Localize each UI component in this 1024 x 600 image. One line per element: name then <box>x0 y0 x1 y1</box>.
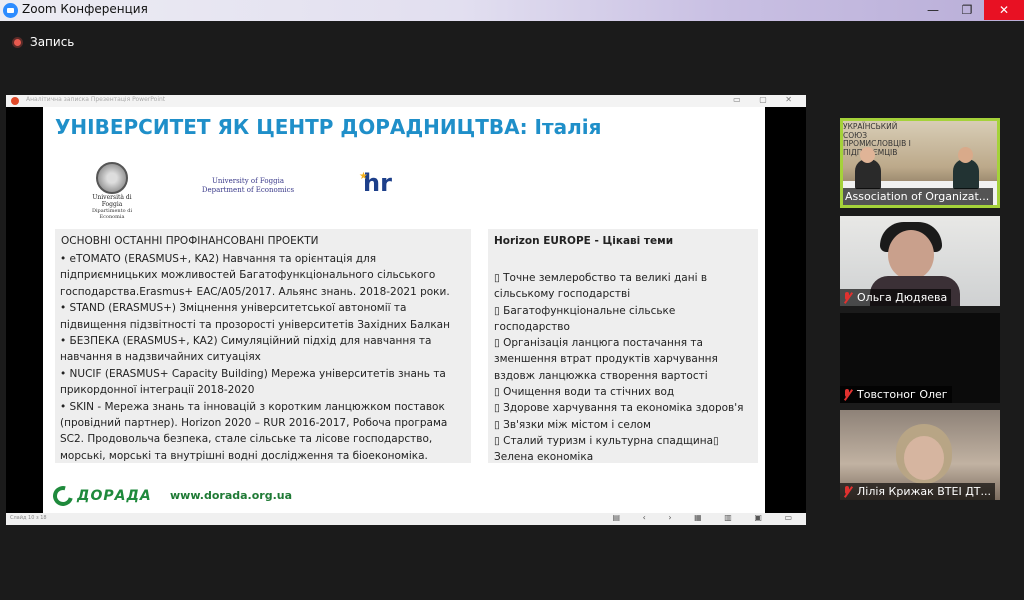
dorada-mark-icon <box>49 482 77 510</box>
recording-label: Запись <box>30 35 75 49</box>
microphone-muted-icon <box>842 485 852 498</box>
department-name-line: Department of Economics <box>201 186 295 194</box>
participant-tile[interactable]: Товстоног Олег <box>840 313 1000 403</box>
horizon-topics-line: ▯ Зв'язки між містом і селом <box>494 418 651 431</box>
funded-projects-line: господарства.Erasmus+ EAC/A05/2017. Алья… <box>60 285 450 298</box>
hr-excellence-logo: ★ hr <box>359 169 392 197</box>
horizon-topics-line: ▯ Багатофункціональне сільське <box>494 304 676 317</box>
participant-person <box>855 159 881 189</box>
participant-tile[interactable]: Ольга Дюдяева <box>840 216 1000 306</box>
horizon-topics-line: вздовж ланцюжка створення вартості <box>494 369 708 382</box>
window-title: Zoom Конференция <box>22 2 148 16</box>
funded-projects-heading: ОСНОВНІ ОСТАННІ ПРОФІНАНСОВАНІ ПРОЕКТИ <box>61 235 319 247</box>
slide-counter: Слайд 10 з 18 <box>10 515 47 521</box>
zoom-app-icon <box>3 3 18 18</box>
participant-tile[interactable]: УКРАЇНСЬКИЙ СОЮЗ ПРОМИСЛОВЦІВ І ПІДПРИЄМ… <box>840 118 1000 208</box>
seal-caption-2: Dipartimento di Economia <box>91 208 133 220</box>
restore-button[interactable]: ❐ <box>950 0 984 20</box>
horizon-topics-heading: Horizon EUROPE - Цікаві теми <box>494 235 674 247</box>
horizon-topics-line: сільському господарстві <box>494 288 631 301</box>
horizon-topics-line: ▯ Очищення води та стічних вод <box>494 386 675 399</box>
participant-name-row: Ольга Дюдяева <box>840 289 952 306</box>
funded-projects-line: • eTOMATO (ERASMUS+, KA2) Навчання та ор… <box>60 253 377 265</box>
participant-name: Association of Organizat... <box>845 190 990 203</box>
funded-projects-box: ОСНОВНІ ОСТАННІ ПРОФІНАНСОВАНІ ПРОЕКТИ •… <box>55 229 471 463</box>
participant-name-row: Товстоног Олег <box>840 386 952 403</box>
shared-screen: Аналітична записка Презентація PowerPoin… <box>6 95 806 525</box>
participant-person <box>953 159 979 189</box>
recording-indicator[interactable]: Запись <box>12 35 74 49</box>
funded-projects-line: • SKIN - Мережа знань та інновацій з кор… <box>60 400 445 413</box>
participant-name: Товстоног Олег <box>857 388 948 401</box>
participant-head <box>860 147 875 163</box>
horizon-topics-list: ▯ Точне землеробство та великі дані в сі… <box>494 270 743 466</box>
participant-face <box>888 230 934 280</box>
record-icon <box>12 36 23 48</box>
presentation-window-controls-icon: ▭ ▢ ✕ <box>733 95 800 104</box>
funded-projects-list: • eTOMATO (ERASMUS+, KA2) Навчання та ор… <box>60 251 450 464</box>
close-button[interactable]: ✕ <box>984 0 1024 20</box>
funded-projects-line: підприємницьких можливостей Багатофункці… <box>60 269 436 282</box>
funded-projects-line: • NUCIF (ERASMUS+ Capacity Building) Мер… <box>60 367 446 380</box>
university-name-logo: University of Foggia Department of Econo… <box>193 177 303 195</box>
restore-icon: ❐ <box>961 3 973 17</box>
seal-icon <box>96 162 128 194</box>
funded-projects-line: • STAND (ERASMUS+) Зміцнення університет… <box>60 302 407 315</box>
microphone-muted-icon <box>842 291 852 304</box>
slide: УНІВЕРСИТЕТ ЯК ЦЕНТР ДОРАДНИЦТВА: Італія… <box>43 107 765 513</box>
view-controls-icon[interactable]: ▤ ‹ › ▦ ▥ ▣ ▭ <box>613 513 802 522</box>
slide-title: УНІВЕРСИТЕТ ЯК ЦЕНТР ДОРАДНИЦТВА: Італія <box>55 115 602 139</box>
dorada-brand: ДОРАДА <box>77 488 152 504</box>
university-seal-logo: Università di Foggia Dipartimento di Eco… <box>88 162 136 220</box>
horizon-topics-line: ▯ Здорове харчування та економіка здоров… <box>494 402 744 415</box>
horizon-topics-line: зменшення втрат продуктів харчування <box>494 353 718 366</box>
star-icon: ★ <box>359 171 368 182</box>
funded-projects-line: навчання в надзвичайних ситуаціях <box>60 351 261 364</box>
university-name-line: University of Foggia <box>211 177 284 185</box>
participant-head <box>958 147 973 163</box>
seal-caption-1: Università di Foggia <box>92 194 132 208</box>
participant-tile[interactable]: Лілія Крижак ВТЕІ ДТ... <box>840 410 1000 500</box>
presentation-title: Аналітична записка Презентація PowerPoin… <box>26 96 166 103</box>
participant-background-sign: УКРАЇНСЬКИЙ СОЮЗ ПРОМИСЛОВЦІВ І ПІДПРИЄМ… <box>843 122 911 156</box>
presentation-window-titlebar: Аналітична записка Презентація PowerPoin… <box>6 95 806 107</box>
horizon-topics-line: господарство <box>494 320 570 333</box>
horizon-topics-line: ▯ Сталий туризм і культурна спадщина▯ <box>494 434 719 447</box>
presentation-status-bar: Слайд 10 з 18 ▤ ‹ › ▦ ▥ ▣ ▭ <box>6 513 806 525</box>
funded-projects-line: прикордонної інтеграції 2018-2020 <box>60 384 255 397</box>
funded-projects-line: SC2. Продовольча безпека, стале сільське… <box>60 433 433 446</box>
window-titlebar: Zoom Конференция — ❐ ✕ <box>0 0 1024 21</box>
funded-projects-line: морські, морські та внутрішні водні досл… <box>60 449 428 462</box>
powerpoint-icon <box>11 97 19 105</box>
minimize-icon: — <box>927 3 939 17</box>
participant-face <box>904 436 944 480</box>
funded-projects-line: • БЕЗПЕКА (ERASMUS+, KA2) Симуляційний п… <box>60 335 432 348</box>
participant-name-row: Association of Organizat... <box>843 188 994 205</box>
dorada-logo: ДОРАДА <box>49 482 152 510</box>
horizon-topics-line: Зелена економіка <box>494 451 594 464</box>
minimize-button[interactable]: — <box>916 0 950 20</box>
funded-projects-line: підвищення підзвітності та прозорості ун… <box>60 318 450 331</box>
microphone-muted-icon <box>842 388 852 401</box>
close-icon: ✕ <box>998 3 1010 17</box>
participant-name: Ольга Дюдяева <box>857 291 948 304</box>
horizon-topics-line: ▯ Організація ланцюга постачання та <box>494 337 703 350</box>
participant-name-row: Лілія Крижак ВТЕІ ДТ... <box>840 483 996 500</box>
funded-projects-line: (провідний партнер). Horizon 2020 – RUR … <box>60 417 448 430</box>
horizon-topics-line: ▯ Точне землеробство та великі дані в <box>494 272 708 284</box>
horizon-topics-box: Horizon EUROPE - Цікаві теми ▯ Точне зем… <box>488 229 758 463</box>
dorada-url: www.dorada.org.ua <box>170 489 293 502</box>
participant-name: Лілія Крижак ВТЕІ ДТ... <box>857 485 992 498</box>
